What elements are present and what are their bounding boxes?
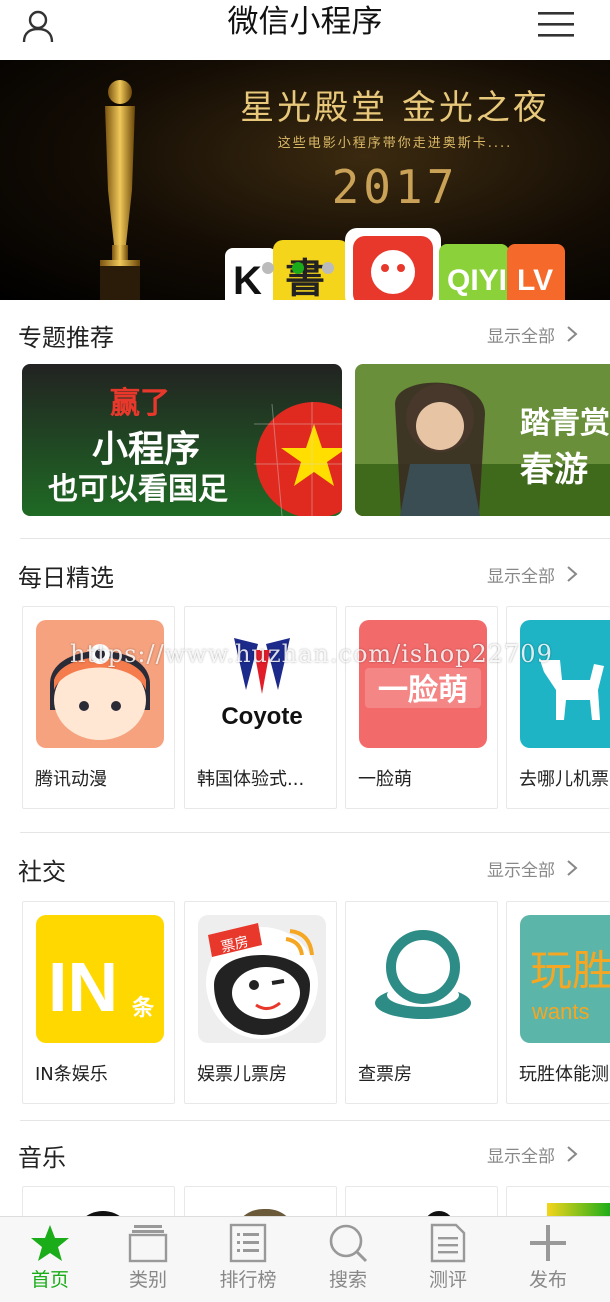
- app-icon: [359, 915, 487, 1043]
- app-logo-subtext: 条: [131, 995, 155, 1021]
- app-name: 娱票儿票房: [197, 1064, 287, 1085]
- app-logo-text: 玩胜: [530, 946, 610, 995]
- watermark-text: https://www.huzhan.com/ishop22709: [70, 640, 553, 668]
- feature-card-spring-outing[interactable]: 踏青赏 春游: [355, 364, 610, 516]
- chevron-right-icon[interactable]: [566, 859, 578, 877]
- tab-label: 发布: [528, 1269, 567, 1291]
- feature-line-2: 春游: [520, 450, 588, 490]
- tab-search[interactable]: 搜索: [298, 1217, 398, 1302]
- pagination-dot[interactable]: [292, 262, 304, 274]
- tab-label: 搜索: [328, 1269, 367, 1291]
- svg-text:LV: LV: [517, 264, 553, 297]
- app-logo-text: IN: [48, 948, 118, 1026]
- svg-text:K: K: [233, 259, 262, 300]
- section-title: 音乐: [18, 1144, 66, 1172]
- show-all-link[interactable]: 显示全部: [487, 856, 555, 881]
- tab-label: 排行榜: [219, 1269, 277, 1291]
- hamburger-menu-icon[interactable]: [536, 8, 576, 42]
- tab-ranking[interactable]: 排行榜: [198, 1217, 298, 1302]
- banner-year: 2017: [331, 160, 459, 214]
- section-divider: [20, 832, 610, 833]
- banner-headline: 星光殿堂 金光之夜: [240, 88, 550, 128]
- app-icon: 玩胜 wants: [520, 915, 610, 1043]
- app-card-wansheng[interactable]: 玩胜 wants 玩胜体能测: [506, 901, 610, 1104]
- section-divider: [20, 538, 610, 539]
- search-icon: [329, 1224, 368, 1263]
- section-title: 专题推荐: [18, 324, 114, 352]
- app-card-tencent-comics[interactable]: 腾讯动漫: [22, 606, 175, 809]
- app-icon: IN 条: [36, 915, 164, 1043]
- feature-line-1: 赢了: [110, 386, 170, 421]
- app-name: IN条娱乐: [35, 1064, 108, 1085]
- section-title: 社交: [18, 858, 66, 886]
- tab-category[interactable]: 类别: [98, 1217, 198, 1302]
- app-name: 查票房: [358, 1064, 412, 1085]
- plus-icon: [530, 1225, 566, 1261]
- feature-card-football[interactable]: 赢了 小程序 也可以看国足: [22, 364, 342, 516]
- app-name: 腾讯动漫: [35, 769, 107, 790]
- app-name: 一脸萌: [358, 769, 412, 790]
- pagination-dot[interactable]: [262, 262, 274, 274]
- app-logo-text: 一脸萌: [378, 673, 468, 708]
- show-all-link[interactable]: 显示全部: [487, 562, 555, 587]
- review-document-icon: [430, 1223, 466, 1263]
- oscar-trophy-image: [100, 80, 140, 300]
- section-divider: [20, 1120, 610, 1121]
- page-title: 微信小程序: [227, 4, 383, 40]
- app-card-yupiaoer[interactable]: 票房 娱票儿票房: [184, 901, 337, 1104]
- app-logo-subtext: wants: [531, 999, 589, 1024]
- tab-review[interactable]: 测评: [398, 1217, 498, 1302]
- feature-line-3: 也可以看国足: [48, 472, 228, 507]
- chevron-right-icon[interactable]: [566, 1145, 578, 1163]
- tab-label: 测评: [428, 1269, 467, 1291]
- bottom-tab-bar: 首页 类别 排行榜 搜索 测评 发布: [0, 1216, 610, 1302]
- tab-home[interactable]: 首页: [0, 1217, 100, 1302]
- chevron-right-icon[interactable]: [566, 565, 578, 583]
- app-card-chapiaofang[interactable]: 查票房: [345, 901, 498, 1104]
- section-title: 每日精选: [18, 564, 114, 592]
- app-icon: 票房: [198, 915, 326, 1043]
- svg-text:QIYI: QIYI: [447, 264, 507, 297]
- app-name: 韩国体验式...: [197, 769, 305, 790]
- ranking-list-icon: [229, 1223, 267, 1263]
- movie-app-logos: K 書 QIYI LV: [225, 228, 565, 300]
- app-card-in-entertainment[interactable]: IN 条 IN条娱乐: [22, 901, 175, 1104]
- app-card-coyote[interactable]: Coyote 韩国体验式...: [184, 606, 337, 809]
- app-name: 去哪儿机票: [519, 769, 609, 790]
- feature-line-1: 踏青赏: [520, 406, 610, 441]
- show-all-link[interactable]: 显示全部: [487, 322, 555, 347]
- app-card-qunar-flights[interactable]: 去哪儿机票: [506, 606, 610, 809]
- show-all-link[interactable]: 显示全部: [487, 1142, 555, 1167]
- app-logo-text: Coyote: [221, 703, 302, 730]
- star-icon: [31, 1225, 69, 1261]
- chevron-right-icon[interactable]: [566, 325, 578, 343]
- top-bar: 微信小程序: [0, 0, 610, 60]
- app-name: 玩胜体能测: [519, 1064, 609, 1085]
- pagination-dot[interactable]: [322, 262, 334, 274]
- tab-publish[interactable]: 发布: [498, 1217, 598, 1302]
- banner-subline: 这些电影小程序带你走进奥斯卡....: [277, 136, 513, 151]
- promo-banner[interactable]: 星光殿堂 金光之夜 这些电影小程序带你走进奥斯卡.... 2017 K 書 QI…: [0, 60, 610, 300]
- category-stack-icon: [128, 1225, 168, 1263]
- app-card-yilianmeng[interactable]: 一脸萌 一脸萌: [345, 606, 498, 809]
- tab-label: 首页: [30, 1269, 69, 1291]
- tab-label: 类别: [128, 1269, 167, 1291]
- svg-text:書: 書: [285, 256, 325, 300]
